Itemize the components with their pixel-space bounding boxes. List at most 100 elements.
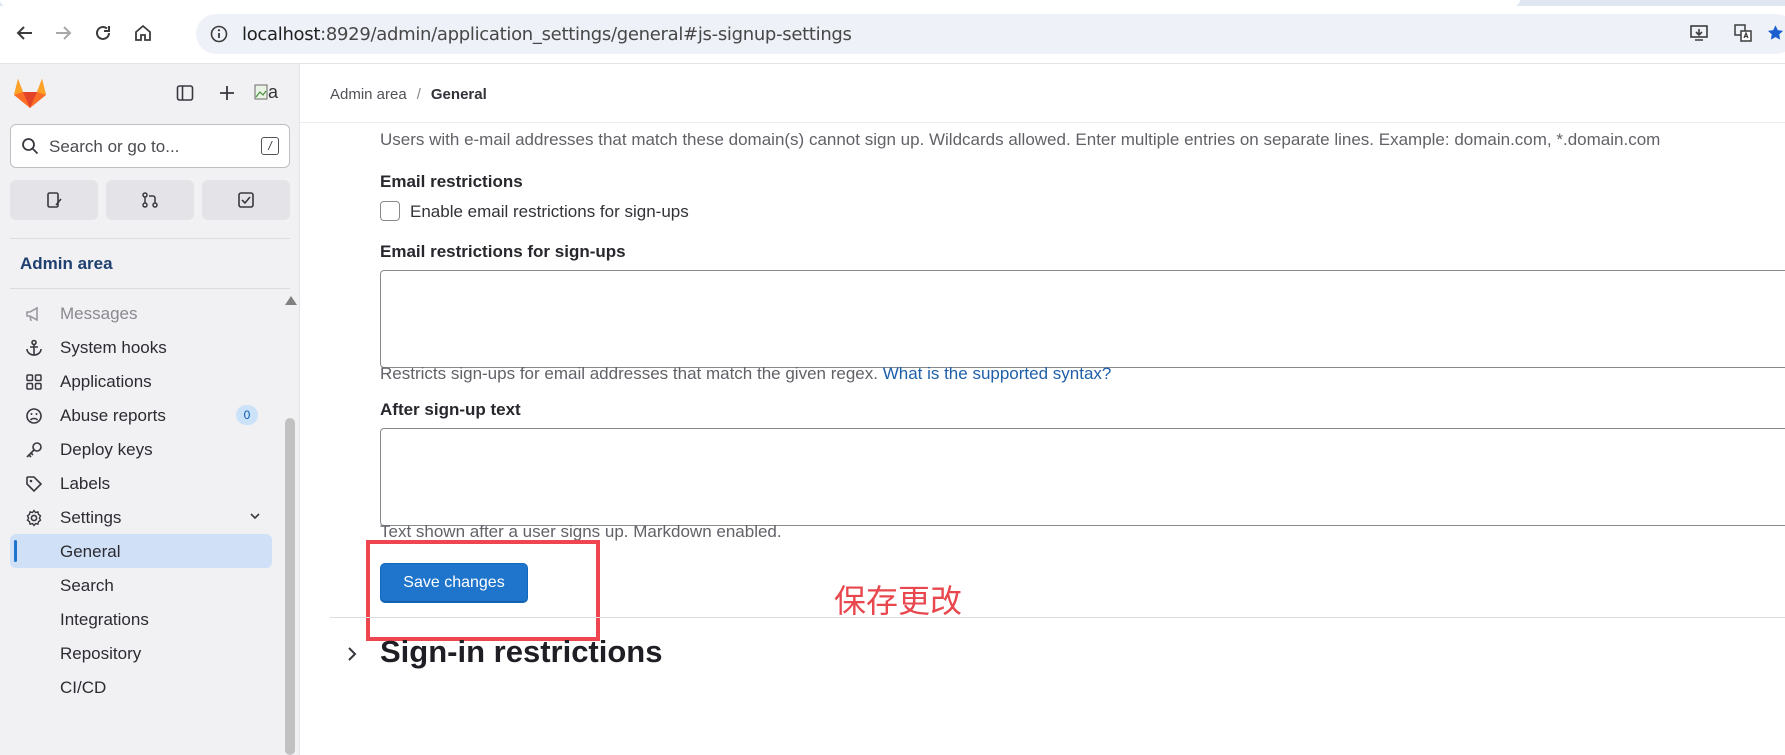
broken-image-icon [254,84,268,100]
chevron-down-icon [250,513,260,520]
bookmark-button[interactable] [1766,18,1785,48]
sidebar-item-label: Settings [60,508,122,527]
breadcrumb: Admin area / General [330,86,487,103]
sidebar-item-general[interactable]: General [10,534,272,568]
avatar-alt-text: a [268,81,279,102]
annotation-text: 保存更改 [834,582,963,620]
sidebar-item-system-hooks[interactable]: System hooks [10,330,272,364]
site-info-icon[interactable] [208,23,230,45]
home-icon [135,24,151,41]
supported-syntax-link[interactable]: What is the supported syntax? [883,364,1112,383]
sidebar-nav: Messages System hooks Applications Abuse… [0,290,280,755]
email-restrictions-checkbox-label[interactable]: Enable email restrictions for sign-ups [410,202,689,222]
translate-button[interactable] [1728,18,1758,48]
install-app-button[interactable] [1684,18,1714,48]
email-restrictions-help: Restricts sign-ups for email addresses t… [380,364,1111,384]
search-input[interactable]: Search or go to... / [10,124,290,168]
sidebar-item-abuse-reports[interactable]: Abuse reports 0 [10,398,272,432]
email-restrictions-help-text: Restricts sign-ups for email addresses t… [380,364,878,383]
url-text[interactable]: localhost:8929/admin/application_setting… [242,24,852,45]
sidebar-item-settings[interactable]: Settings [10,500,272,534]
save-changes-button[interactable]: Save changes [380,563,528,603]
after-signup-help: Text shown after a user signs up. Markdo… [380,522,782,541]
sidebar-item-labels[interactable]: Labels [10,466,272,500]
create-new-button[interactable] [212,78,242,108]
forward-button[interactable] [48,18,78,48]
scrollbar-thumb[interactable] [285,418,295,755]
merge-requests-button[interactable] [106,180,194,220]
sidebar-item-applications[interactable]: Applications [10,364,272,398]
scroll-up-arrow-icon[interactable] [285,296,297,305]
reload-icon [96,25,110,40]
sidebar-item-ci-cd[interactable]: CI/CD [10,670,272,704]
reload-button[interactable] [88,18,118,48]
merge-request-icon [142,192,158,208]
email-restrictions-checkbox[interactable] [380,201,400,221]
breadcrumb-separator: / [416,86,421,103]
breadcrumb-current[interactable]: General [431,86,487,103]
user-avatar[interactable]: a [254,78,286,106]
megaphone-icon [24,304,44,324]
sidebar-item-label: Repository [60,644,142,663]
sidebar-item-label: Applications [60,372,152,391]
breadcrumb-link-admin-area[interactable]: Admin area [330,86,407,103]
sidebar-item-label: Integrations [60,610,149,629]
sidebar-toggle-button[interactable] [170,78,200,108]
sidebar-item-label: Abuse reports [60,406,166,425]
sidebar-divider [10,238,290,239]
sidebar: a Search or go to... / Admin area Messag… [0,64,300,755]
gear-icon [24,508,44,528]
sidebar-item-label: General [60,542,121,561]
search-icon [22,138,39,155]
install-icon [1690,25,1708,41]
sidebar-item-integrations[interactable]: Integrations [10,602,272,636]
arrow-right-icon [56,26,72,40]
sidebar-item-label: Search [60,576,114,595]
denylist-help-text: Users with e-mail addresses that match t… [380,130,1661,149]
sidebar-item-deploy-keys[interactable]: Deploy keys [10,432,272,466]
issues-button[interactable] [10,180,98,220]
main-content: Admin area / General Users with e-mail add… [300,64,1785,755]
sidebar-item-label: System hooks [60,338,167,357]
sidebar-item-search[interactable]: Search [10,568,272,602]
sidebar-item-label: CI/CD [60,678,107,697]
url-host: localhost [242,24,321,45]
keyboard-shortcut-hint: / [261,137,279,155]
home-button[interactable] [128,18,158,48]
sidebar-divider [10,288,290,289]
back-button[interactable] [10,18,40,48]
section-divider [330,617,1785,618]
anchor-icon [24,338,44,358]
breadcrumb-divider [300,122,1785,123]
sidebar-header: a [0,64,300,120]
count-badge: 0 [236,405,258,425]
sidebar-item-label: Labels [60,474,111,493]
chevron-right-icon[interactable] [344,645,360,663]
address-bar[interactable]: localhost:8929/admin/application_setting… [196,14,1785,54]
email-restrictions-field-label: Email restrictions for sign-ups [380,242,626,261]
todo-check-icon [238,192,254,208]
sidebar-item-label: Messages [60,304,138,323]
sidebar-panel-icon [176,85,194,101]
label-tag-icon [24,474,44,494]
browser-toolbar: localhost:8929/admin/application_setting… [0,6,1785,64]
context-title[interactable]: Admin area [20,254,113,274]
sidebar-item-messages[interactable]: Messages [10,296,272,330]
after-signup-textarea[interactable] [380,428,1785,526]
arrow-left-icon [16,26,32,40]
translate-icon [1734,24,1752,42]
star-icon [1767,25,1784,40]
after-signup-label: After sign-up text [380,400,521,419]
sidebar-scrollbar[interactable] [282,290,298,755]
sad-face-icon [24,406,44,426]
section-title-sign-in-restrictions[interactable]: Sign-in restrictions [380,634,662,670]
todo-list-button[interactable] [202,180,290,220]
url-path: :8929/admin/application_settings/general… [320,24,852,45]
email-restrictions-textarea[interactable] [380,270,1785,368]
sidebar-item-repository[interactable]: Repository [10,636,272,670]
sidebar-item-label: Deploy keys [60,440,153,459]
email-restrictions-label: Email restrictions [380,172,523,191]
search-placeholder: Search or go to... [49,137,180,156]
issues-icon [47,192,62,208]
gitlab-logo-icon[interactable] [12,76,48,110]
